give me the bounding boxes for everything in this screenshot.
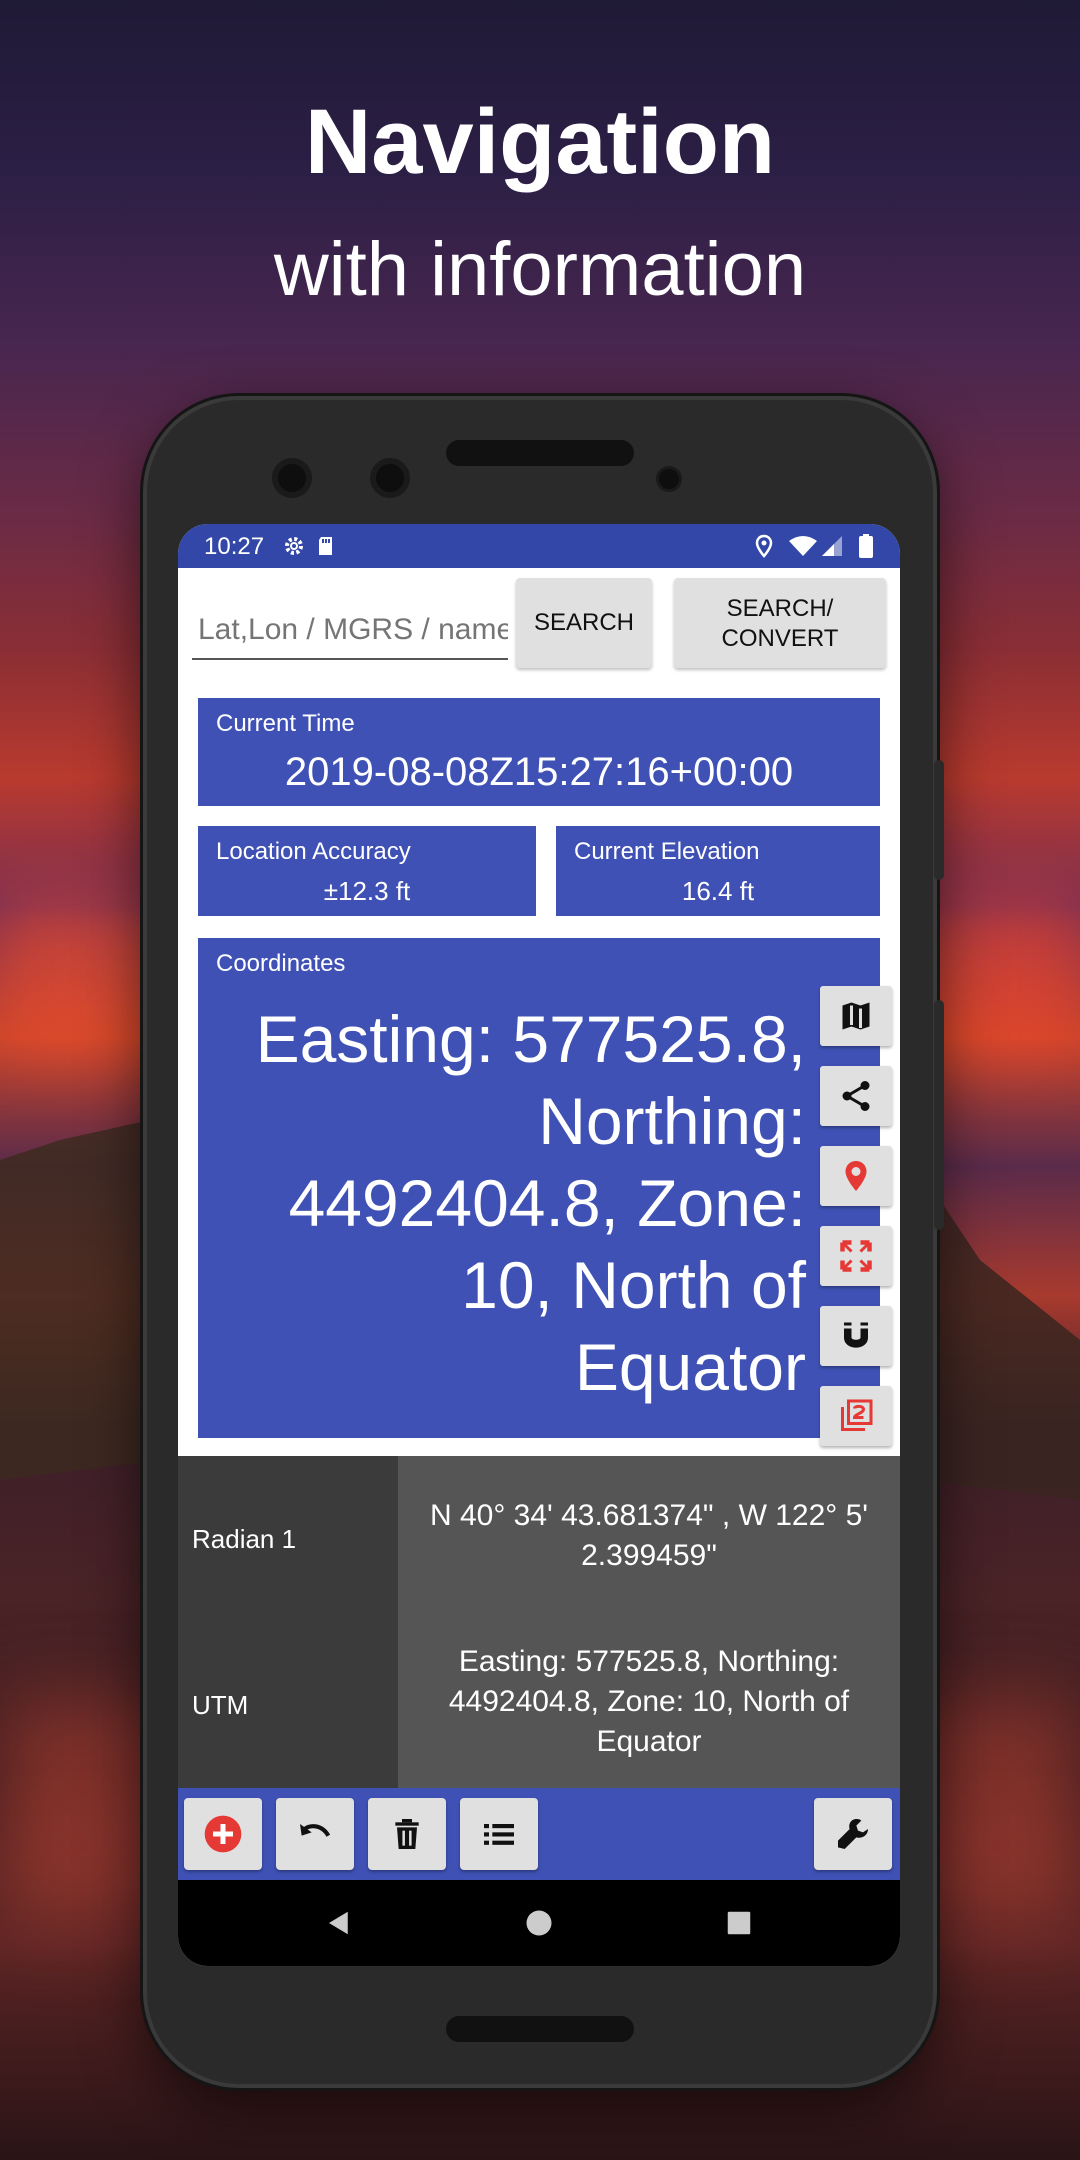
status-bar: 10:27 bbox=[178, 524, 900, 568]
undo-icon bbox=[300, 1824, 331, 1837]
proximity-sensor bbox=[656, 466, 682, 492]
map-button[interactable] bbox=[820, 986, 892, 1046]
search-convert-label-line2: CONVERT bbox=[721, 625, 839, 652]
filter-two-icon bbox=[841, 1399, 873, 1431]
settings-wrench-button[interactable] bbox=[814, 1798, 892, 1870]
magnet-button[interactable] bbox=[820, 1306, 892, 1366]
coordinates-card: Coordinates Easting: 577525.8, Northing:… bbox=[198, 938, 880, 1438]
radian-row-label: Radian 1 bbox=[178, 1456, 398, 1622]
earpiece-speaker bbox=[446, 440, 634, 466]
magnet-icon bbox=[844, 1322, 868, 1348]
location-pin-icon bbox=[845, 1161, 867, 1191]
volume-button bbox=[934, 760, 944, 880]
location-accuracy-card: Location Accuracy ±12.3 ft bbox=[198, 826, 536, 916]
list-icon bbox=[484, 1824, 514, 1845]
current-time-value: 2019-08-08Z15:27:16+00:00 bbox=[284, 750, 794, 794]
undo-button[interactable] bbox=[276, 1798, 354, 1870]
share-button[interactable] bbox=[820, 1066, 892, 1126]
search-convert-label-line1: SEARCH/ bbox=[726, 595, 834, 622]
current-time-card: Current Time 2019-08-08Z15:27:16+00:00 bbox=[198, 698, 880, 806]
trash-icon bbox=[395, 1819, 419, 1849]
location-accuracy-value: ±12.3 ft bbox=[323, 876, 411, 906]
bottom-toolbar bbox=[178, 1788, 900, 1880]
add-icon bbox=[204, 1815, 242, 1853]
app-screen: 10:27 SEARCH SEARCH/ CONVERT Current Tim bbox=[178, 524, 900, 1966]
wrench-icon bbox=[838, 1819, 868, 1849]
share-icon bbox=[842, 1081, 870, 1111]
location-accuracy-label: Location Accuracy bbox=[216, 838, 411, 865]
coordinates-label: Coordinates bbox=[216, 950, 346, 977]
delete-button[interactable] bbox=[368, 1798, 446, 1870]
sd-card-icon bbox=[319, 537, 332, 555]
wifi-icon bbox=[789, 536, 817, 556]
settings-gear-icon bbox=[285, 537, 303, 555]
current-elevation-value: 16.4 ft bbox=[681, 876, 755, 906]
current-elevation-label: Current Elevation bbox=[574, 838, 760, 865]
headline-subtitle: with information bbox=[273, 227, 807, 312]
map-icon bbox=[842, 1002, 870, 1030]
battery-icon bbox=[859, 534, 873, 558]
current-time-label: Current Time bbox=[216, 710, 355, 737]
back-icon[interactable] bbox=[324, 1908, 354, 1938]
search-convert-button[interactable]: SEARCH/ CONVERT bbox=[674, 578, 886, 668]
coordinates-value: Easting: 577525.8, Northing: 4492404.8, … bbox=[255, 1002, 806, 1404]
filter-two-button[interactable] bbox=[820, 1386, 892, 1446]
power-button bbox=[934, 1000, 944, 1230]
fullscreen-button[interactable] bbox=[820, 1226, 892, 1286]
utm-row-label: UTM bbox=[178, 1622, 398, 1788]
search-button[interactable]: SEARCH bbox=[516, 578, 652, 668]
drop-pin-button[interactable] bbox=[820, 1146, 892, 1206]
add-button[interactable] bbox=[184, 1798, 262, 1870]
current-elevation-card: Current Elevation 16.4 ft bbox=[556, 826, 880, 916]
radian-row-value[interactable]: N 40° 34' 43.681374" , W 122° 5' 2.39945… bbox=[398, 1456, 900, 1622]
recents-icon[interactable] bbox=[724, 1908, 754, 1938]
status-time: 10:27 bbox=[204, 533, 265, 560]
location-icon bbox=[755, 534, 773, 558]
cell-signal-icon bbox=[822, 536, 842, 556]
system-navigation-bar bbox=[178, 1880, 900, 1966]
utm-row-value[interactable]: Easting: 577525.8, Northing: 4492404.8, … bbox=[398, 1622, 900, 1788]
search-input[interactable] bbox=[192, 572, 508, 660]
front-sensor bbox=[370, 458, 410, 498]
headline-title: Navigation bbox=[304, 91, 776, 193]
fullscreen-icon bbox=[840, 1240, 872, 1272]
bottom-speaker bbox=[446, 2016, 634, 2042]
front-camera bbox=[272, 458, 312, 498]
list-button[interactable] bbox=[460, 1798, 538, 1870]
home-icon[interactable] bbox=[524, 1908, 554, 1938]
